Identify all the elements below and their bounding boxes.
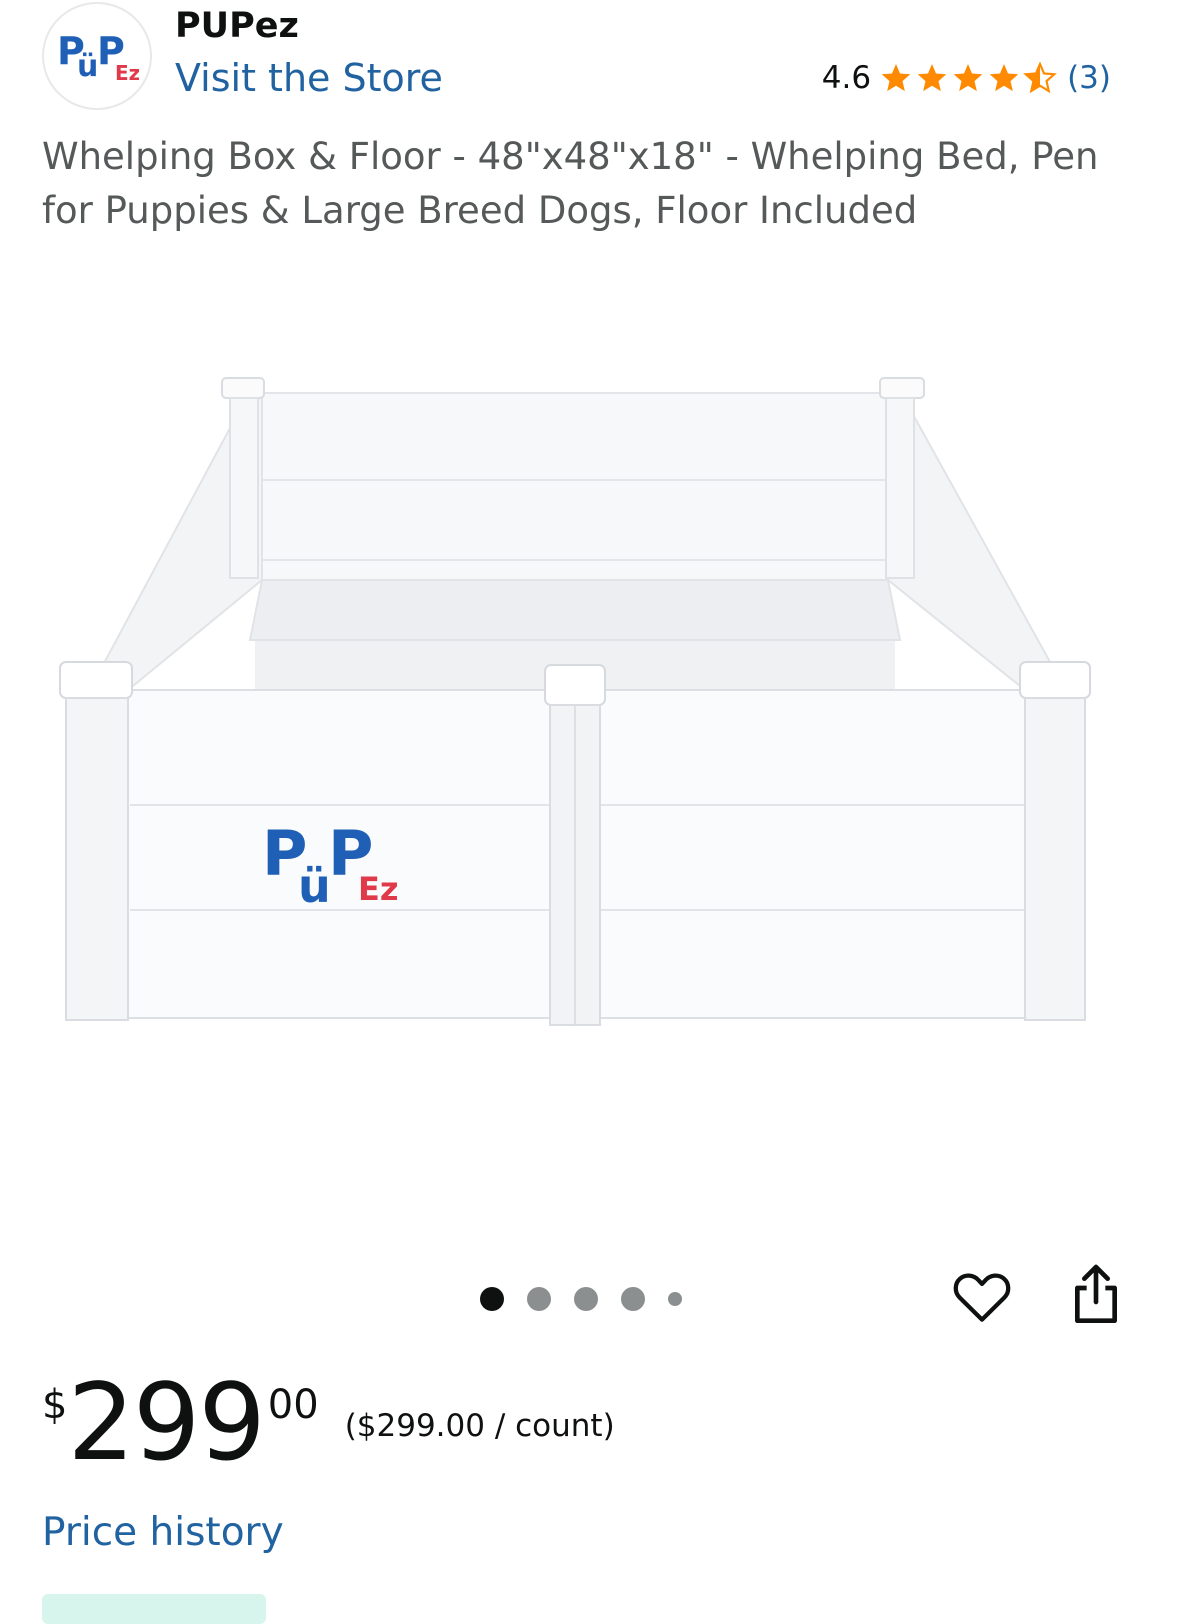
star-full-icon (917, 64, 947, 92)
carousel-dot[interactable] (574, 1287, 598, 1311)
svg-text:ü: ü (298, 859, 331, 913)
star-full-icon (989, 64, 1019, 92)
price-block: $ 299 00 ($299.00 / count) (42, 1370, 615, 1476)
star-rating (879, 62, 1057, 94)
carousel-dot[interactable] (621, 1287, 645, 1311)
badge-partial (42, 1594, 266, 1624)
visit-store-link[interactable]: Visit the Store (175, 56, 443, 100)
whelping-box-image: P ü P Ez (59, 377, 1091, 1026)
rating-summary[interactable]: 4.6 (3) (822, 60, 1111, 96)
pupez-logo-icon: P ü P Ez (57, 29, 139, 85)
star-full-icon (953, 64, 983, 92)
carousel-dot[interactable] (527, 1287, 551, 1311)
svg-text:Ez: Ez (115, 61, 139, 85)
product-title: Whelping Box & Floor - 48"x48"x18" - Whe… (42, 135, 1099, 232)
star-full-icon (881, 64, 911, 92)
brand-name: PUPez (175, 6, 299, 46)
unit-price: ($299.00 / count) (344, 1408, 615, 1444)
store-logo[interactable]: P ü P Ez (42, 2, 152, 110)
price-fraction: 00 (267, 1382, 319, 1428)
price-history-link[interactable]: Price history (42, 1510, 284, 1555)
carousel-dot[interactable] (668, 1292, 682, 1306)
wishlist-button[interactable] (950, 1265, 1014, 1329)
product-image[interactable]: P ü P Ez (0, 360, 1179, 1060)
share-icon (1075, 1264, 1117, 1323)
share-button[interactable] (1068, 1262, 1124, 1328)
carousel-dot[interactable] (480, 1287, 504, 1311)
svg-text:Ez: Ez (358, 870, 398, 908)
rating-count[interactable]: (3) (1067, 60, 1111, 96)
star-half-icon (1023, 62, 1057, 94)
price-currency: $ (42, 1382, 68, 1428)
price-whole: 299 (67, 1361, 265, 1484)
store-header: P ü P Ez PUPez Visit the Store 4.6 (3) (0, 0, 1179, 120)
rating-value: 4.6 (821, 60, 872, 96)
image-carousel-dots[interactable] (480, 1287, 705, 1311)
heart-icon (953, 1273, 1011, 1322)
svg-text:ü: ü (77, 49, 98, 84)
